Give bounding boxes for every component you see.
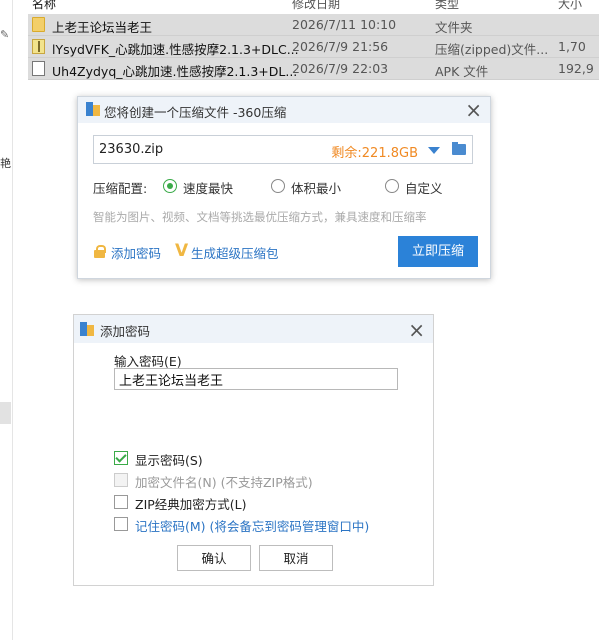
password-dialog-titlebar: 添加密码 × (74, 315, 433, 343)
file-name: lYsydVFK_心跳加速.性感按摩2.1.3+DLC... (52, 42, 299, 57)
column-size[interactable]: 大小 (558, 0, 582, 12)
checkbox-disabled-icon (114, 473, 128, 487)
add-password-label: 添加密码 (111, 246, 162, 261)
password-dialog-title: 添加密码 (100, 324, 151, 339)
checkbox-label: ZIP经典加密方式(L) (135, 497, 247, 512)
file-type: APK 文件 (435, 64, 489, 79)
nav-sidebar: ✎ 艳 (0, 0, 13, 640)
archive-filename[interactable]: 23630.zip (99, 142, 163, 157)
sidebar-label: 艳 (0, 157, 11, 170)
radio-label: 体积最小 (291, 181, 342, 196)
file-row[interactable]: 上老王论坛当老王 2026/7/11 10:10 文件夹 (28, 14, 599, 36)
file-type: 压缩(zipped)文件... (435, 42, 549, 57)
checkbox-unchecked-icon (114, 495, 128, 509)
archive-path-field[interactable]: 23630.zip 剩余:221.8GB (93, 135, 473, 164)
file-name: 上老王论坛当老王 (52, 20, 153, 35)
radio-label: 自定义 (405, 181, 443, 196)
file-list: 名称 修改日期 类型 大小 上老王论坛当老王 2026/7/11 10:10 文… (28, 0, 599, 80)
compress-dialog-titlebar: 您将创建一个压缩文件 -360压缩 × (78, 97, 490, 123)
folder-browse-icon[interactable] (452, 142, 466, 155)
config-label: 压缩配置: (93, 181, 148, 196)
compress-config: 压缩配置: 速度最快 体积最小 自定义 (93, 178, 483, 196)
file-date: 2026/7/9 22:03 (292, 61, 389, 76)
app-logo-icon (80, 322, 94, 336)
radio-checked-icon (163, 179, 177, 193)
close-icon[interactable]: × (465, 98, 482, 122)
checkbox-label: 记住密码(M) (将会备忘到密码管理窗口中) (135, 519, 370, 534)
compress-now-button[interactable]: 立即压缩 (398, 236, 478, 267)
ok-button[interactable]: 确认 (177, 545, 251, 571)
cancel-button[interactable]: 取消 (259, 545, 333, 571)
lock-icon (93, 245, 106, 258)
compress-hint: 智能为图片、视频、文档等挑选最优压缩方式，兼具速度和压缩率 (93, 210, 427, 224)
file-icon (32, 61, 45, 76)
compress-dialog: 您将创建一个压缩文件 -360压缩 × 23630.zip 剩余:221.8GB… (77, 96, 491, 279)
file-date: 2026/7/9 21:56 (292, 39, 389, 54)
password-input[interactable] (114, 368, 398, 390)
radio-label: 速度最快 (183, 181, 234, 196)
super-pack-link[interactable]: V 生成超级压缩包 (175, 241, 279, 262)
pin-icon[interactable]: ✎ (0, 28, 10, 42)
radio-unchecked-icon (385, 179, 399, 193)
close-icon[interactable]: × (408, 318, 425, 342)
vip-v-icon: V (175, 241, 189, 261)
compress-dialog-title: 您将创建一个压缩文件 -360压缩 (104, 105, 287, 120)
super-pack-label: 生成超级压缩包 (191, 246, 279, 261)
add-password-link[interactable]: 添加密码 (93, 243, 161, 262)
file-row[interactable]: lYsydVFK_心跳加速.性感按摩2.1.3+DLC... 2026/7/9 … (28, 36, 599, 58)
file-name: Uh4Zydyq_心跳加速.性感按摩2.1.3+DL... (52, 64, 298, 79)
column-name[interactable]: 名称 (32, 0, 56, 12)
app-logo-icon (86, 102, 100, 116)
chevron-down-icon[interactable] (428, 147, 440, 154)
file-row[interactable]: Uh4Zydyq_心跳加速.性感按摩2.1.3+DL... 2026/7/9 2… (28, 58, 599, 80)
free-space-label: 剩余:221.8GB (331, 146, 418, 161)
password-dialog: 添加密码 × 输入密码(E) 显示密码(S) 加密文件名(N) (不支持ZIP格… (73, 314, 434, 586)
checkbox-label: 显示密码(S) (135, 453, 203, 468)
file-list-header: 名称 修改日期 类型 大小 (28, 0, 599, 14)
column-type[interactable]: 类型 (435, 0, 459, 12)
checkbox-label: 加密文件名(N) (不支持ZIP格式) (135, 475, 313, 490)
file-size: 192,9 (558, 61, 594, 76)
column-date[interactable]: 修改日期 (292, 0, 340, 12)
radio-unchecked-icon (271, 179, 285, 193)
zip-icon (32, 39, 45, 54)
checkbox-checked-icon (114, 451, 128, 465)
file-type: 文件夹 (435, 20, 473, 35)
file-date: 2026/7/11 10:10 (292, 17, 397, 32)
folder-icon (32, 17, 45, 32)
sidebar-selected-item[interactable] (0, 402, 11, 424)
file-size: 1,70 (558, 39, 586, 54)
checkbox-unchecked-icon (114, 517, 128, 531)
